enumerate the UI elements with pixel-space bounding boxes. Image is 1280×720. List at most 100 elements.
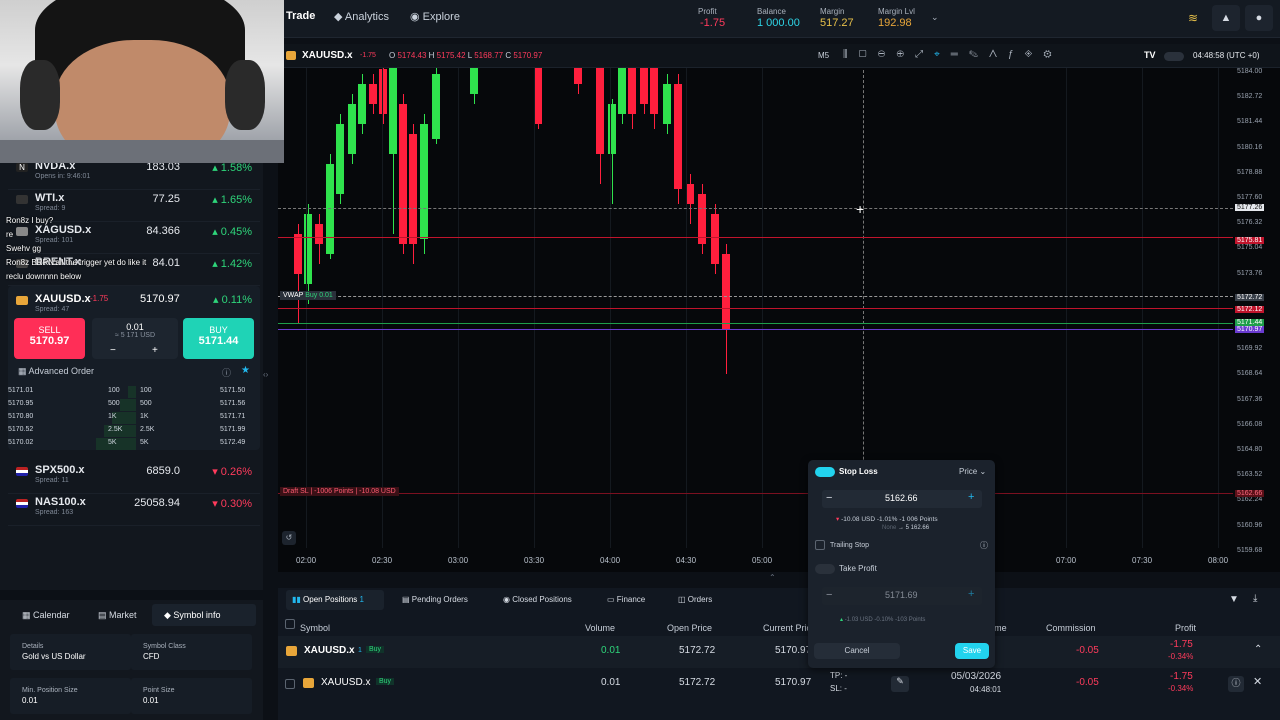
quantity-stepper[interactable]: 0.01 ≈ 5 171 USD − + (92, 318, 178, 359)
tab-finance[interactable]: ▭ Finance (607, 595, 645, 604)
stop-loss-input[interactable]: − 5162.66 + (822, 490, 982, 508)
nav-analytics[interactable]: ◆ Analytics (334, 10, 389, 23)
chart-symbol[interactable]: XAUUSD.x (302, 50, 353, 61)
zoom-out-icon[interactable]: ⊖ (878, 49, 897, 60)
table-row[interactable]: XAUUSD.x Buy 0.01 5172.72 5170.97 TP: - … (278, 668, 1280, 700)
fullscreen-icon[interactable]: ⤢ (915, 49, 934, 60)
function-icon[interactable]: ƒ (1008, 49, 1025, 60)
stop-loss-plus-button[interactable]: + (968, 491, 974, 503)
filter-icon[interactable]: ▼ (1229, 594, 1239, 605)
symbol-change-value: 0.26% (220, 466, 252, 478)
column-profit[interactable]: Profit (1175, 623, 1196, 633)
take-profit-points: -103 Points (895, 617, 926, 623)
price-chart[interactable]: 5184.00 5182.72 5181.44 5180.16 5178.88 5177.… (278, 44, 1280, 582)
symbol-change: ▾ 0.30% (212, 498, 252, 510)
symbol-change-value: 1.58% (220, 162, 252, 174)
order-book-ask: 5171.71 (220, 413, 246, 420)
tradingview-logo-icon: TV (1144, 50, 1156, 60)
crosshair-tool-icon[interactable]: ⌖ (934, 49, 951, 60)
save-button[interactable]: Save (955, 643, 989, 659)
order-book-row[interactable]: 5170.80 1K 1K 5171.71 (8, 412, 260, 424)
order-book-row[interactable]: 5170.02 5K 5K 5172.49 (8, 438, 260, 450)
notifications-icon[interactable]: ▲ (1212, 5, 1240, 31)
row-info-icon[interactable]: ⓘ (1228, 676, 1244, 692)
min-position-card: Min. Position Size 0.01 (10, 678, 131, 714)
column-symbol[interactable]: Symbol (300, 623, 330, 633)
open-label: O (389, 51, 396, 60)
trailing-stop-checkbox[interactable] (815, 540, 825, 550)
quantity-minus-button[interactable]: − (110, 345, 116, 356)
symbol-info-icon: ◆ (164, 610, 174, 620)
order-book-v1: 1K (108, 413, 117, 420)
stop-loss-toggle[interactable] (815, 467, 835, 477)
symbol-row-nas100[interactable]: NAS100.x Spread: 163 25058.94 ▾ 0.30% (8, 494, 260, 526)
order-book-row[interactable]: 5170.52 2.5K 2.5K 5171.99 (8, 425, 260, 437)
take-profit-toggle[interactable] (815, 564, 835, 574)
tab-open-positions[interactable]: ▮▮ Open Positions 1 (292, 595, 364, 604)
symbol-sub: Opens in: 9:46:01 (35, 173, 91, 180)
tab-pending-orders[interactable]: ▤ Pending Orders (402, 595, 468, 604)
rectangle-icon[interactable]: ▢ (859, 49, 878, 60)
order-book-v1: 5K (108, 439, 117, 446)
margin-level-label: Margin Lvl (878, 7, 915, 16)
take-profit-minus-button[interactable]: − (826, 589, 832, 601)
stop-loss-mode-select[interactable]: Price ⌄ (959, 467, 986, 476)
stop-loss-minus-button[interactable]: − (826, 492, 832, 504)
column-volume[interactable]: Volume (585, 623, 615, 633)
expand-bottom-icon[interactable]: ⌃ (769, 573, 776, 582)
min-position-label: Min. Position Size (22, 687, 78, 694)
tab-market[interactable]: ▤ Market (98, 610, 137, 621)
nav-explore[interactable]: ◉ Explore (410, 10, 460, 23)
column-open-price[interactable]: Open Price (667, 623, 712, 633)
star-icon[interactable]: ★ (241, 365, 250, 376)
candle-type-icon[interactable]: ⫼ (843, 49, 859, 60)
tab-closed-positions[interactable]: ◉ Closed Positions (503, 595, 572, 604)
close-value: 5170.97 (513, 51, 543, 60)
collapse-sidebar-icon[interactable]: ‹› (263, 370, 275, 382)
advanced-order-toggle[interactable]: ▦ Advanced Order (18, 366, 94, 377)
edit-pencil-icon[interactable]: ✎ (891, 676, 909, 692)
cancel-button[interactable]: Cancel (814, 643, 900, 659)
collapse-row-icon[interactable]: ⌃ (1254, 644, 1262, 655)
pattern-icon[interactable]: ⋀ (989, 49, 1008, 60)
tab-orders[interactable]: ◫ Orders (678, 595, 712, 604)
order-book-row[interactable]: 5171.01 100 100 5171.50 (8, 386, 260, 398)
download-icon[interactable]: ⤓ (1253, 593, 1257, 604)
settings-icon[interactable]: ⚙ (1043, 49, 1062, 60)
column-commission[interactable]: Commission (1046, 623, 1096, 633)
pencil-icon[interactable]: ✎ (969, 49, 989, 60)
trailing-info-icon[interactable]: ⓘ (980, 540, 988, 551)
positions-panel: ▮▮ Open Positions 1 ▤ Pending Orders ◉ C… (278, 588, 1280, 720)
line-tool-icon[interactable]: ═ (951, 49, 969, 60)
layers-icon[interactable]: ◈ (1025, 49, 1044, 60)
order-book-row[interactable]: 5170.95 500 500 5171.56 (8, 399, 260, 411)
buy-button[interactable]: BUY 5171.44 (183, 318, 254, 359)
symbol-name: NAS100.x (35, 496, 86, 508)
close-position-icon[interactable]: ✕ (1253, 675, 1262, 688)
symbol-name: SPX500.x (35, 464, 85, 476)
zoom-in-icon[interactable]: ⊕ (896, 49, 915, 60)
take-profit-plus-button[interactable]: + (968, 588, 974, 600)
info-icon[interactable]: ⓘ (222, 366, 231, 379)
toggle-switch[interactable] (1164, 52, 1184, 61)
select-all-checkbox[interactable] (285, 619, 295, 629)
tab-calendar[interactable]: ▦ Calendar (22, 610, 70, 621)
symbol-row-spx500[interactable]: SPX500.x Spread: 11 6859.0 ▾ 0.26% (8, 462, 260, 494)
timeframe-selector[interactable]: M5 (818, 51, 829, 60)
quantity-plus-button[interactable]: + (152, 345, 158, 356)
nav-trade[interactable]: Trade (286, 10, 315, 22)
tab-symbol-info[interactable]: ◆ Symbol info (152, 604, 256, 626)
sell-button[interactable]: SELL 5170.97 (14, 318, 85, 359)
row-checkbox[interactable] (285, 679, 295, 689)
profile-icon[interactable]: ● (1245, 5, 1273, 31)
row-profit: -1.75 (1170, 671, 1193, 682)
table-row[interactable]: XAUUSD.x 1 Buy 0.01 5172.72 5170.97 -0.0… (278, 636, 1280, 668)
draft-sl-label[interactable]: Draft SL | -1006 Points | -10.08 USD (280, 487, 399, 496)
account-dropdown-icon[interactable]: ⌄ (931, 12, 939, 23)
take-profit-input[interactable]: − 5171.69 + (822, 587, 982, 605)
reset-chart-icon[interactable]: ↺ (282, 531, 296, 545)
advanced-order-label: Advanced Order (28, 366, 95, 376)
chat-overlay: Ron8z I buy? re Swehv gg Ron8z BRRN'all … (6, 214, 146, 284)
row-profit-pct: -0.34% (1168, 684, 1194, 693)
take-profit-pct: -0.10% (874, 617, 894, 623)
